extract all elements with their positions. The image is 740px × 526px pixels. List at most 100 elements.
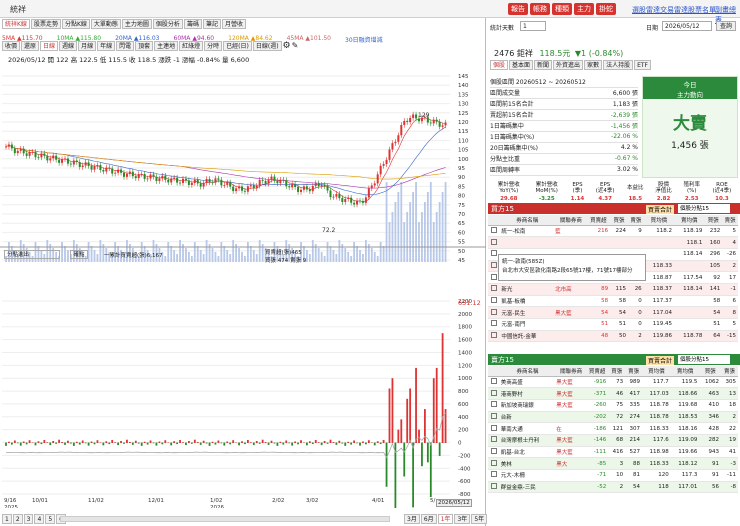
broker-row[interactable]: 新光 北市高 89 115 26 118.37 118.14 141 -1 [488,283,738,296]
hook-button[interactable]: 掛蛇 [596,3,616,15]
row-checkbox[interactable] [488,457,499,470]
report-button[interactable]: 報告 [508,3,528,15]
broker-cell [643,236,675,249]
broker-row[interactable]: 中國信託-金華 48 50 2 119.86 118.78 64 -15 [488,330,738,343]
trade-radar-link[interactable]: 交易雷達 [660,5,688,15]
buy-select[interactable]: 個股分點15 [678,204,730,213]
page-2[interactable]: 2 [12,514,23,524]
broker-row[interactable]: 台灣摩根士丹利 黑大藍 -146 68 214 117.6 119.09 282 19 [488,434,738,447]
row-checkbox[interactable] [488,399,499,412]
row-checkbox[interactable] [488,434,499,447]
broker-row[interactable]: 元富-南門 51 51 0 119.45 51 5 [488,318,738,331]
broker-row[interactable]: 凱基-台北 黑大藍 -111 416 527 118.98 119.66 943 41 [488,446,738,459]
broker-name[interactable]: 新加坡商瑞銀 [498,399,557,412]
col-check [488,215,500,226]
period-3m[interactable]: 3月 [404,514,420,524]
subtab-foreign[interactable]: 外資進出 [553,60,584,70]
stock-list-link[interactable]: 股票名單 [688,5,716,15]
broker-name[interactable] [499,236,556,249]
broker-name[interactable]: 統一-松南 [499,225,556,238]
net-bar [193,439,196,444]
days-select[interactable]: 1 [520,21,546,31]
broker-cell: 943 [699,446,722,459]
row-checkbox[interactable] [488,422,499,435]
broker-row[interactable]: 美商高盛 黑大藍 -916 73 989 117.7 119.5 1062 305 [488,376,738,389]
row-checkbox[interactable] [488,330,500,343]
subtab-fundamental[interactable]: 基本面 [509,60,534,70]
broker-name[interactable]: 凱基-台北 [498,446,557,459]
account-button[interactable]: 帳務 [530,3,550,15]
broker-name[interactable]: 台新 [498,411,557,424]
row-checkbox[interactable] [488,225,500,238]
sell-select[interactable]: 個股分點15 [678,355,730,364]
candle-body [208,178,211,183]
col-header: 關聯券商 [555,215,587,226]
period-3y[interactable]: 3年 [454,514,471,524]
row-checkbox[interactable] [488,295,500,308]
date-input[interactable]: 2026/05/12 [662,21,712,31]
volume-bar [406,212,409,262]
subtab-etf[interactable]: ETF [634,60,652,70]
broker-name[interactable]: 元大-木柵 [498,469,557,482]
broker-row[interactable]: 元富-民生 黑大藍 54 54 0 117.04 54 8 [488,306,738,319]
page-3[interactable]: 3 [23,514,34,524]
page-1[interactable]: 1 [2,514,12,524]
broker-row[interactable]: 新加坡商瑞銀 黑大藍 -260 75 335 118.78 119.68 410 18 [488,399,738,412]
broker-row[interactable]: 元大-木柵 -71 10 81 120 117.3 91 -11 [488,469,738,482]
page-5[interactable]: 5 [45,514,56,524]
row-checkbox[interactable] [488,411,499,424]
row-checkbox[interactable] [488,387,499,400]
volume-bar [317,248,320,262]
broker-row[interactable]: 港商野村 黑大藍 -371 46 417 117.03 118.66 463 13 [488,387,738,400]
subtab-holding[interactable]: 法人持股 [603,60,634,70]
type-button[interactable]: 種類 [552,3,572,15]
candle-body [311,185,314,192]
period-5y[interactable]: 5年 [471,514,488,524]
broker-row[interactable]: 群益金鼎-三民 -52 2 54 118 117.01 56 -8 [488,481,738,494]
row-checkbox[interactable] [488,306,500,319]
volume-bar [179,240,181,262]
broker-row[interactable]: 華南大通在 -186 121 307 118.33 118.16 428 22 [488,422,738,435]
price-tick: 125 [458,111,469,117]
broker-name[interactable]: 中國信託-金華 [499,330,556,343]
confirm-button[interactable]: 確點 [70,250,88,259]
scrollbar[interactable] [60,516,390,522]
broker-row[interactable]: 台新 -202 72 274 118.78 118.53 346 2 [488,411,738,424]
volume-bar [444,182,447,262]
broker-row[interactable]: 統一-松南藍 216 224 9 118.2 118.19 232 5 [488,225,738,238]
row-checkbox[interactable] [488,376,499,389]
subtab-news[interactable]: 新聞 [534,60,553,70]
broker-row[interactable]: 美林 黑大 -85 3 88 118.33 118.12 91 -3 [488,457,738,470]
broker-name[interactable]: 美林 [498,457,557,470]
net-bar [78,442,81,445]
broker-name[interactable]: 元富-民生 [499,306,556,319]
broker-row[interactable]: 凱基-板橋 58 58 0 117.37 58 6 [488,295,738,308]
row-checkbox[interactable] [488,236,500,249]
row-checkbox[interactable] [488,469,499,482]
net-bar [385,442,388,487]
subtab-count[interactable]: 家數 [584,60,603,70]
broker-name[interactable]: 凱基-板橋 [499,295,556,308]
price-tick: 75 [458,203,465,209]
broker-name[interactable]: 港商野村 [498,387,557,400]
period-1y[interactable]: 1年 [437,514,454,524]
subtab-stock[interactable]: 個股 [490,60,509,70]
stock-radar-link[interactable]: 選股雷達 [632,5,660,15]
broker-name[interactable]: 新光 [499,283,556,296]
period-6m[interactable]: 6月 [420,514,437,524]
x-tick-year: 2026 [210,505,224,508]
row-checkbox[interactable] [488,481,499,494]
row-checkbox[interactable] [488,283,500,296]
broker-name[interactable]: 群益金鼎-三民 [498,481,557,494]
search-button[interactable]: 查詢 [716,21,736,31]
page-4[interactable]: 4 [34,514,45,524]
broker-name[interactable]: 元富-南門 [499,318,556,331]
row-checkbox[interactable] [488,446,499,459]
row-checkbox[interactable] [488,318,500,331]
broker-name[interactable]: 華南大通 [498,422,557,435]
sub-select[interactable]: 分點進出 [4,250,60,259]
broker-row[interactable]: 118.1 160 4 [488,236,738,249]
main-force-button[interactable]: 主力 [574,3,594,15]
broker-name[interactable]: 台灣摩根士丹利 [498,434,557,447]
broker-name[interactable]: 美商高盛 [498,376,557,389]
